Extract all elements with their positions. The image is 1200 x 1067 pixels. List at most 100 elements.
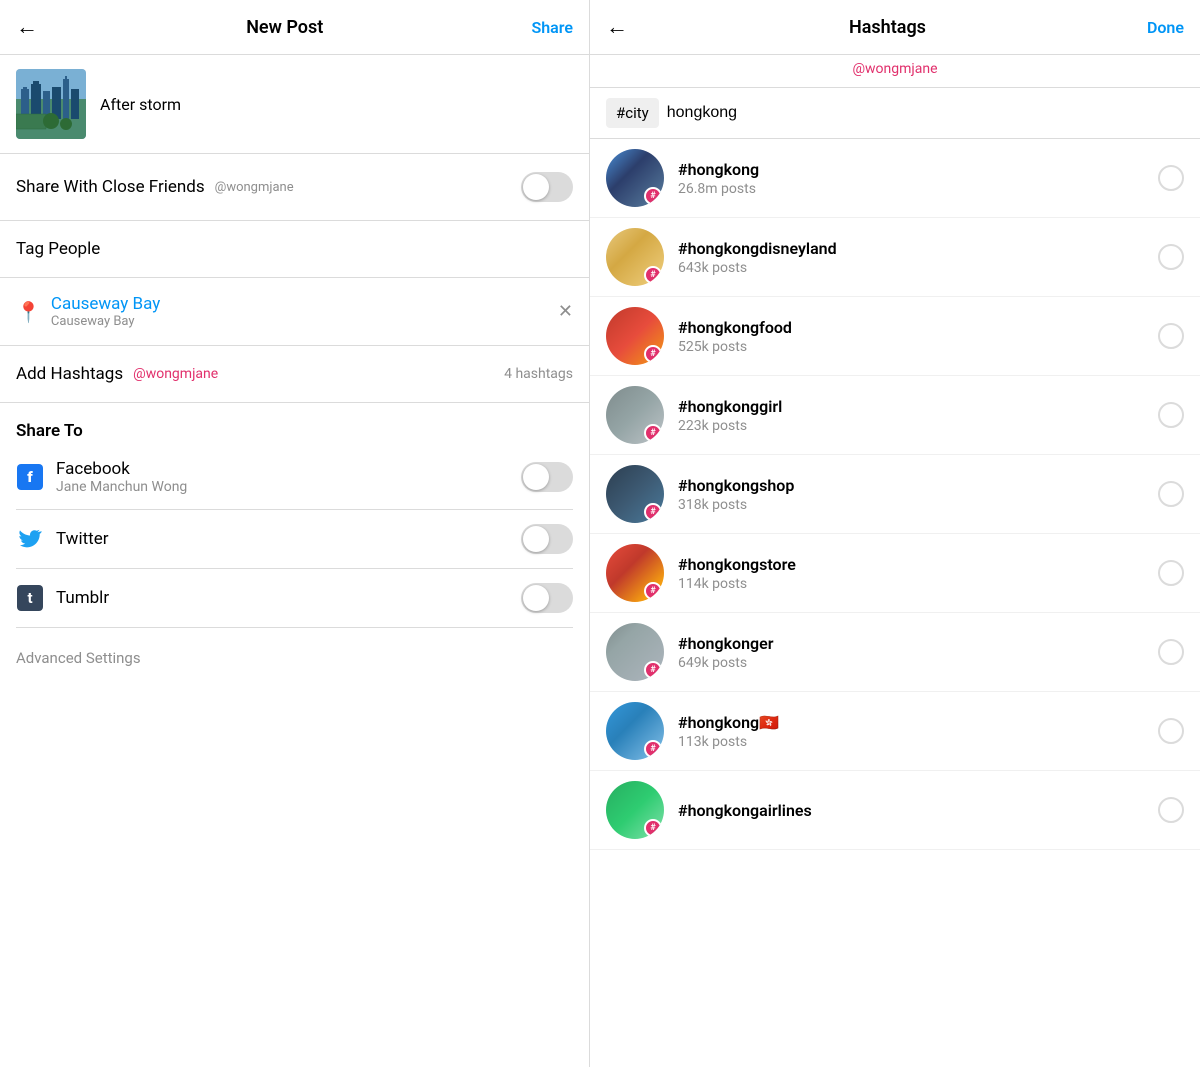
tumblr-logo: t xyxy=(17,585,43,611)
hashtags-label: Add Hashtags xyxy=(16,364,123,384)
hashtag-badge-icon: # xyxy=(644,740,662,758)
location-pin-icon: 📍 xyxy=(16,300,41,324)
hashtag-item[interactable]: # #hongkongairlines xyxy=(590,771,1200,850)
hashtag-item[interactable]: # #hongkongshop 318k posts xyxy=(590,455,1200,534)
twitter-name: Twitter xyxy=(56,529,108,549)
hashtag-item[interactable]: # #hongkong 26.8m posts xyxy=(590,139,1200,218)
facebook-row: f Facebook Jane Manchun Wong xyxy=(16,445,573,510)
hashtag-item[interactable]: # #hongkongstore 114k posts xyxy=(590,534,1200,613)
hashtag-select-radio[interactable] xyxy=(1158,481,1184,507)
hashtag-info: #hongkong🇭🇰 113k posts xyxy=(678,713,779,750)
hashtags-left: Add Hashtags @wongmjane xyxy=(16,364,218,384)
hashtag-info: #hongkongshop 318k posts xyxy=(678,476,794,513)
hashtag-select-radio[interactable] xyxy=(1158,165,1184,191)
hashtag-posts: 649k posts xyxy=(678,655,774,671)
hashtag-item-left: # #hongkonger 649k posts xyxy=(606,623,774,681)
hashtag-badge-icon: # xyxy=(644,582,662,600)
hashtag-item[interactable]: # #hongkongfood 525k posts xyxy=(590,297,1200,376)
location-text: Causeway Bay Causeway Bay xyxy=(51,294,160,329)
tag-people-row[interactable]: Tag People xyxy=(0,221,589,278)
hashtag-select-radio[interactable] xyxy=(1158,402,1184,428)
search-row: #city xyxy=(590,88,1200,139)
hashtag-badge-icon: # xyxy=(644,187,662,205)
left-panel: ← New Post Share xyxy=(0,0,590,1067)
hashtag-list: # #hongkong 26.8m posts # #hongkongdisne… xyxy=(590,139,1200,1067)
hashtag-item-left: # #hongkong 26.8m posts xyxy=(606,149,759,207)
hashtag-select-radio[interactable] xyxy=(1158,639,1184,665)
hashtag-name: #hongkongshop xyxy=(678,476,794,495)
hashtag-name: #hongkongfood xyxy=(678,318,792,337)
facebook-logo: f xyxy=(17,464,43,490)
share-button[interactable]: Share xyxy=(531,18,573,37)
hashtag-badge-icon: # xyxy=(644,345,662,363)
hashtag-select-radio[interactable] xyxy=(1158,718,1184,744)
hashtag-item-left: # #hongkonggirl 223k posts xyxy=(606,386,782,444)
twitter-toggle[interactable] xyxy=(521,524,573,554)
facebook-toggle[interactable] xyxy=(521,462,573,492)
hashtag-select-radio[interactable] xyxy=(1158,560,1184,586)
hashtags-back-button[interactable]: ← xyxy=(606,14,628,40)
close-friends-toggle[interactable] xyxy=(521,172,573,202)
hashtag-avatar: # xyxy=(606,702,664,760)
hashtag-select-radio[interactable] xyxy=(1158,244,1184,270)
share-to-title: Share To xyxy=(16,421,573,441)
hashtag-name: #hongkong🇭🇰 xyxy=(678,713,779,732)
hashtag-avatar: # xyxy=(606,386,664,444)
advanced-settings-label[interactable]: Advanced Settings xyxy=(16,649,141,667)
hashtag-item[interactable]: # #hongkonggirl 223k posts xyxy=(590,376,1200,455)
hashtag-posts: 643k posts xyxy=(678,260,837,276)
hashtag-avatar: # xyxy=(606,544,664,602)
facebook-info: Facebook Jane Manchun Wong xyxy=(56,459,187,495)
hashtag-select-radio[interactable] xyxy=(1158,323,1184,349)
hashtag-item-left: # #hongkongstore 114k posts xyxy=(606,544,796,602)
hashtag-name: #hongkongstore xyxy=(678,555,796,574)
facebook-account: Jane Manchun Wong xyxy=(56,479,187,495)
post-caption: After storm xyxy=(100,95,181,114)
hashtag-badge-icon: # xyxy=(644,266,662,284)
hashtag-name: #hongkongairlines xyxy=(678,801,812,820)
hashtag-avatar: # xyxy=(606,781,664,839)
page-title: New Post xyxy=(246,17,323,38)
hashtag-info: #hongkonggirl 223k posts xyxy=(678,397,782,434)
tumblr-icon: t xyxy=(16,584,44,612)
hashtag-avatar: # xyxy=(606,307,664,365)
close-friends-username: @wongmjane xyxy=(215,180,294,195)
hashtags-username: @wongmjane xyxy=(133,366,218,382)
hashtag-posts: 113k posts xyxy=(678,734,779,750)
advanced-settings[interactable]: Advanced Settings xyxy=(0,628,589,687)
hashtag-name: #hongkonggirl xyxy=(678,397,782,416)
hashtag-item-left: # #hongkongdisneyland 643k posts xyxy=(606,228,837,286)
hashtag-item-left: # #hongkong🇭🇰 113k posts xyxy=(606,702,779,760)
right-panel: ← Hashtags Done @wongmjane #city # #hong… xyxy=(590,0,1200,1067)
hashtag-info: #hongkongfood 525k posts xyxy=(678,318,792,355)
facebook-name: Facebook xyxy=(56,459,187,479)
facebook-icon: f xyxy=(16,463,44,491)
close-friends-label: Share With Close Friends xyxy=(16,177,205,197)
hashtag-info: #hongkongairlines xyxy=(678,801,812,820)
hashtag-search-input[interactable] xyxy=(667,104,1184,122)
hashtag-posts: 525k posts xyxy=(678,339,792,355)
location-left: 📍 Causeway Bay Causeway Bay xyxy=(16,294,160,329)
hashtag-avatar: # xyxy=(606,149,664,207)
post-thumbnail xyxy=(16,69,86,139)
post-preview: After storm xyxy=(0,55,589,154)
done-button[interactable]: Done xyxy=(1147,18,1184,37)
hashtag-name: #hongkonger xyxy=(678,634,774,653)
hashtag-item-left: # #hongkongfood 525k posts xyxy=(606,307,792,365)
hashtags-title: Hashtags xyxy=(849,17,926,38)
hashtag-item[interactable]: # #hongkonger 649k posts xyxy=(590,613,1200,692)
hashtags-row[interactable]: Add Hashtags @wongmjane 4 hashtags xyxy=(0,346,589,403)
hashtag-item[interactable]: # #hongkongdisneyland 643k posts xyxy=(590,218,1200,297)
location-close-button[interactable]: ✕ xyxy=(558,301,573,322)
back-button[interactable]: ← xyxy=(16,14,38,40)
hashtag-badge-icon: # xyxy=(644,661,662,679)
hashtag-select-radio[interactable] xyxy=(1158,797,1184,823)
hashtag-name: #hongkongdisneyland xyxy=(678,239,837,258)
hashtag-item-left: # #hongkongshop 318k posts xyxy=(606,465,794,523)
share-to-section: Share To f Facebook Jane Manchun Wong xyxy=(0,403,589,628)
hashtag-item[interactable]: # #hongkong🇭🇰 113k posts xyxy=(590,692,1200,771)
hashtag-info: #hongkonger 649k posts xyxy=(678,634,774,671)
tumblr-toggle[interactable] xyxy=(521,583,573,613)
facebook-left: f Facebook Jane Manchun Wong xyxy=(16,459,187,495)
hashtag-info: #hongkongstore 114k posts xyxy=(678,555,796,592)
